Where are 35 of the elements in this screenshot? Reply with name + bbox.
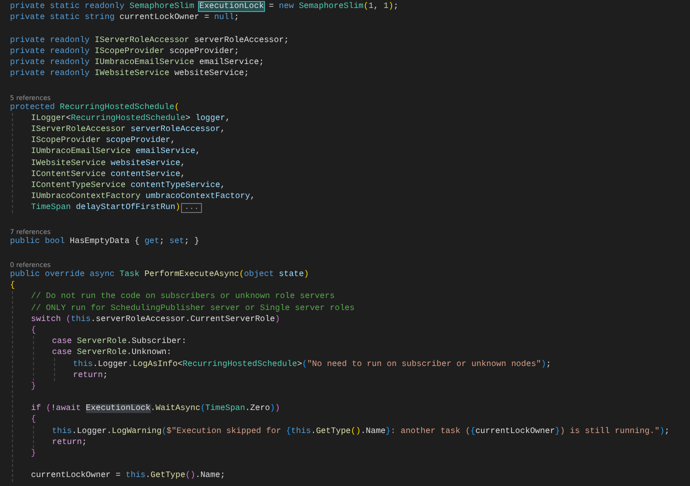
code-line: private static string currentLockOwner = null; (10, 12, 240, 24)
code-line: IServerRoleAccessor serverRoleAccessor, (31, 124, 226, 135)
code-line: private readonly IWebsiteService websiteService; (10, 68, 250, 80)
code-line: case ServerRole.Unknown: (52, 347, 172, 358)
code-line: private static readonly SemaphoreSlim ExecutionLock = new SemaphoreSlim(1, 1); (10, 1, 398, 12)
code-line: IContentService contentService, (31, 168, 186, 180)
code-line: this.Logger.LogWarning($"Execution skipped for {this.GetType().Name}: another task ({currentLockOwner}) is still running."); (52, 426, 670, 437)
code-line: IContentTypeService contentTypeService, (31, 180, 226, 191)
code-line: public override async Task PerformExecuteAsync(object state) (10, 269, 309, 280)
code-line: { (10, 280, 15, 292)
code-line: IWebsiteService websiteService, (31, 158, 186, 169)
code-line: switch (this.serverRoleAccessor.CurrentServerRole) (31, 314, 280, 325)
code-line: currentLockOwner = this.GetType().Name; (31, 470, 226, 482)
code-line: } (31, 448, 36, 460)
code-line: if (!await ExecutionLock.WaitAsync(TimeSpan.Zero)) (31, 403, 280, 414)
code-line: IUmbracoEmailService emailService, (31, 146, 200, 158)
code-line: protected RecurringHostedSchedule( (10, 102, 180, 113)
code-line: private readonly IScopeProvider scopeProvider; (10, 46, 240, 57)
code-line: IUmbracoContextFactory umbracoContextFactory, (31, 191, 256, 202)
code-line: return; (52, 436, 87, 448)
code-line: // ONLY run for SchedulingPublisher server or Single server roles (31, 302, 355, 314)
code-line: TimeSpan delayStartOfFirstRun) (31, 202, 180, 214)
code-line: case ServerRole.Subscriber: (52, 336, 186, 348)
code-line: } (31, 380, 36, 392)
code-line: private readonly IUmbracoEmailService emailService; (10, 57, 264, 68)
code-line: private readonly IServerRoleAccessor serverRoleAccessor; (10, 34, 289, 46)
code-line: public bool HasEmptyData { get; set; } (10, 236, 200, 247)
collapsed-code-button[interactable]: ... (181, 202, 202, 213)
code-line: return; (73, 370, 108, 381)
code-line: { (31, 414, 36, 426)
code-line: { (31, 324, 36, 336)
code-line: this.Logger.LogAsInfo<RecurringHostedSchedule>("No need to run on subscriber or unknown nodes"); (73, 358, 552, 370)
code-line: ILogger<RecurringHostedSchedule> logger, (31, 112, 230, 124)
code-line: IScopeProvider scopeProvider, (31, 135, 176, 146)
code-line: // Do not run the code on subscribers or unknown role servers (31, 291, 335, 302)
